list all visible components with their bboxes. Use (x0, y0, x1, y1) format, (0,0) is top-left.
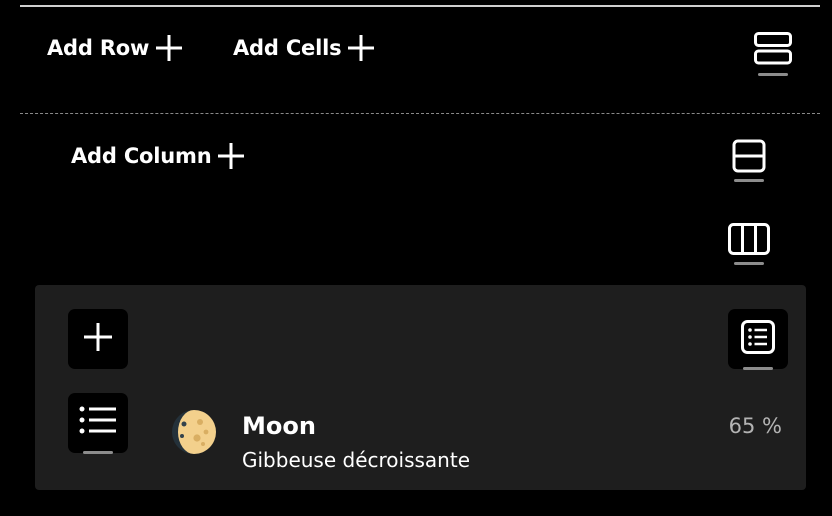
split-horizontal-button[interactable] (726, 133, 772, 182)
add-cells-button[interactable]: Add Cells (233, 32, 377, 64)
add-row-button[interactable]: Add Row (47, 32, 185, 64)
rows-layout-button[interactable] (750, 26, 796, 76)
rows-layout-underline (758, 73, 788, 76)
add-row-label: Add Row (47, 36, 150, 60)
plus-icon (153, 32, 185, 64)
section-divider (20, 113, 820, 114)
columns-layout-underline (734, 262, 764, 265)
page: Add Row Add Cells Add Column Moon Gibbeu… (0, 0, 832, 516)
split-horizontal-underline (734, 179, 764, 182)
list-card-icon (740, 319, 776, 359)
moon-waning-gibbous-icon (170, 408, 218, 456)
add-cells-label: Add Cells (233, 36, 342, 60)
plus-icon (345, 32, 377, 64)
list-card-underline (743, 367, 773, 370)
columns-layout-icon (727, 222, 771, 256)
bullet-list-button[interactable] (68, 393, 128, 454)
rows-layout-icon (753, 31, 793, 67)
plus-icon (215, 140, 247, 172)
add-column-button[interactable]: Add Column (71, 140, 247, 172)
split-horizontal-icon (731, 138, 767, 174)
add-column-label: Add Column (71, 144, 212, 168)
moon-title: Moon (242, 412, 316, 440)
moon-phase-text: Gibbeuse décroissante (242, 448, 470, 472)
bullet-list-icon (78, 405, 118, 441)
moon-illumination-value: 65 % (728, 414, 782, 438)
add-tile-button[interactable] (68, 309, 128, 369)
list-card-button[interactable] (728, 309, 788, 370)
top-divider (20, 5, 820, 7)
columns-layout-button[interactable] (726, 216, 772, 265)
bullet-list-underline (83, 451, 113, 454)
plus-icon (81, 320, 115, 358)
